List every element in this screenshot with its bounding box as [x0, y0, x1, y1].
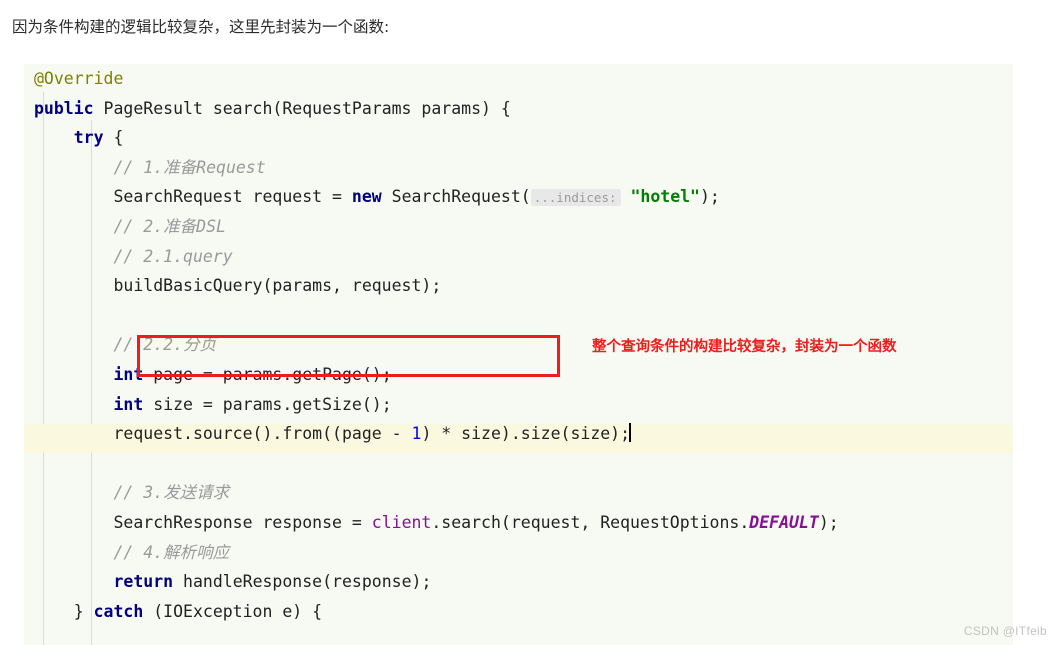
watermark: CSDN @ITfeib	[963, 624, 1047, 638]
code-line[interactable]: public PageResult search(RequestParams p…	[24, 94, 1013, 124]
code-token: // 2.1.query	[34, 246, 233, 266]
code-token: request.source().from((page -	[34, 424, 412, 444]
code-line[interactable]: SearchRequest request = new SearchReques…	[24, 182, 1013, 212]
code-token: // 3.发送请求	[34, 483, 230, 503]
code-token: public	[34, 98, 94, 118]
code-token: buildBasicQuery(params, request);	[34, 276, 442, 296]
code-line[interactable]: try {	[24, 123, 1013, 153]
code-token: );	[700, 187, 720, 207]
code-token: // 4.解析响应	[34, 542, 230, 562]
code-line[interactable]: SearchResponse response = client.search(…	[24, 508, 1013, 538]
code-line[interactable]: // 2.准备DSL	[24, 212, 1013, 242]
code-token: }	[34, 601, 94, 621]
code-token: int	[113, 364, 144, 384]
code-token: catch	[93, 601, 144, 621]
code-token: "hotel"	[630, 187, 700, 207]
code-token: page = params.getPage();	[143, 364, 392, 384]
code-token: handleResponse(response);	[173, 572, 432, 592]
code-token: SearchResponse response =	[34, 512, 372, 532]
code-token: return	[113, 572, 174, 592]
code-token: (IOException e) {	[143, 601, 323, 621]
code-line[interactable]: request.source().from((page - 1) * size)…	[24, 419, 1013, 449]
code-line[interactable]: return handleResponse(response);	[24, 567, 1013, 597]
code-token: SearchRequest(	[381, 187, 531, 207]
code-token: @Override	[34, 69, 124, 88]
code-token: // 2.2.分页	[34, 335, 217, 355]
code-token: .search(request, RequestOptions.	[431, 512, 750, 532]
code-line[interactable]: // 2.1.query	[24, 242, 1013, 272]
code-token: client	[371, 512, 432, 532]
code-line[interactable]	[24, 301, 1013, 331]
code-line[interactable]: buildBasicQuery(params, request);	[24, 271, 1013, 301]
code-token: 1	[411, 424, 422, 444]
code-token: size = params.getSize();	[143, 394, 392, 414]
code-line[interactable]: // 1.准备Request	[24, 153, 1013, 183]
text-caret	[629, 423, 632, 443]
code-token: DEFAULT	[749, 512, 819, 532]
code-token: PageResult search(RequestParams params) …	[93, 98, 511, 118]
code-token: SearchRequest request =	[34, 187, 352, 207]
intro-paragraph: 因为条件构建的逻辑比较复杂，这里先封装为一个函数:	[12, 18, 390, 36]
code-token: {	[103, 128, 124, 148]
code-line[interactable]: int page = params.getPage();	[24, 360, 1013, 390]
code-token: int	[113, 394, 144, 414]
code-token: ) * size).size(size);	[421, 424, 631, 444]
code-token: new	[351, 187, 382, 207]
code-line[interactable]: } catch (IOException e) {	[24, 597, 1013, 627]
code-line[interactable]: // 4.解析响应	[24, 538, 1013, 568]
red-annotation-text: 整个查询条件的构建比较复杂，封装为一个函数	[592, 339, 897, 355]
code-block: @Override public PageResult search(Reques…	[24, 64, 1013, 645]
code-line[interactable]: // 3.发送请求	[24, 478, 1013, 508]
inlay-hint: ...indices:	[530, 189, 621, 207]
code-line[interactable]: int size = params.getSize();	[24, 390, 1013, 420]
code-line[interactable]: @Override	[24, 64, 1013, 94]
code-line[interactable]	[24, 449, 1013, 479]
code-token: try	[73, 128, 104, 148]
code-token: // 2.准备DSL	[34, 216, 226, 236]
code-token: );	[818, 512, 839, 532]
code-token: // 1.准备Request	[34, 157, 266, 177]
